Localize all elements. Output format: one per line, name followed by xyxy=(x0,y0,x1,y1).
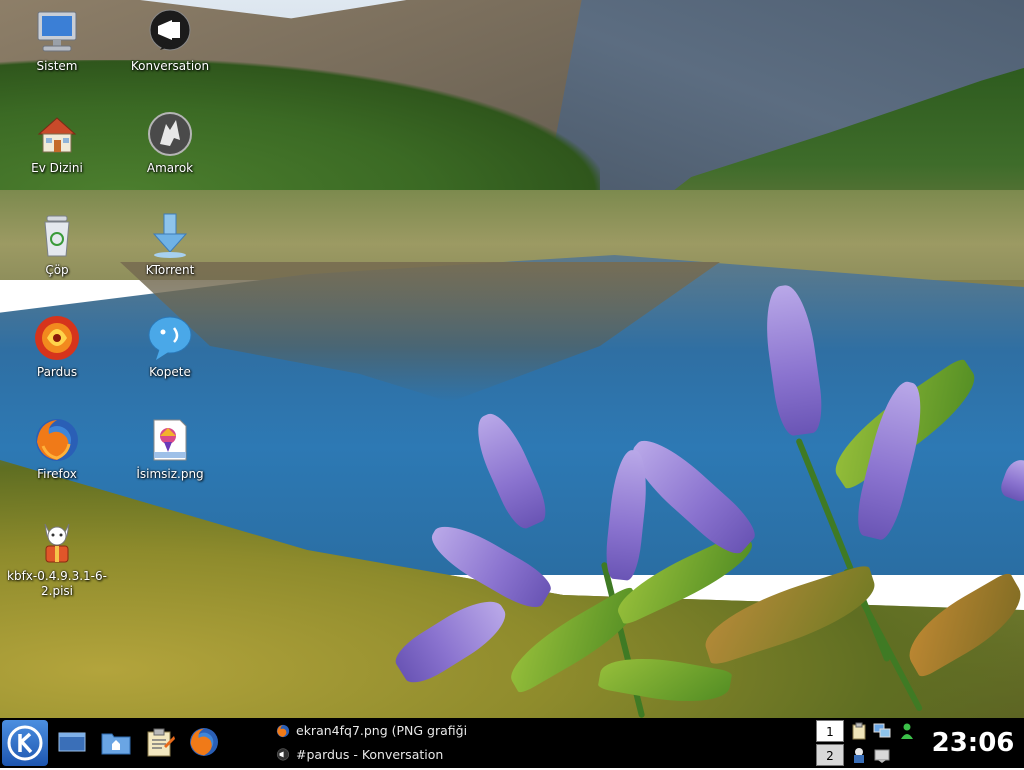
desktop-icon-amarok[interactable]: Amarok xyxy=(120,110,220,176)
taskbar: ekran4fq7.png (PNG grafiği #pardus - Kon… xyxy=(0,718,1024,768)
task-title: ekran4fq7.png (PNG grafiği xyxy=(296,723,468,738)
task-button-konversation[interactable]: #pardus - Konversation xyxy=(272,745,472,765)
package-cat-icon xyxy=(44,523,70,563)
megaphone-icon xyxy=(277,748,289,761)
desktop-icon-label: Firefox xyxy=(37,467,77,481)
kde-menu-icon xyxy=(7,725,43,761)
office-clipboard-button[interactable] xyxy=(144,726,176,758)
file-manager-icon xyxy=(101,733,131,755)
desktop-icon-isimsiz-png[interactable]: İsimsiz.png xyxy=(120,416,220,482)
trash-bin-icon xyxy=(44,215,70,257)
task-button-ekran-png[interactable]: ekran4fq7.png (PNG grafiği xyxy=(272,721,472,741)
image-file-icon xyxy=(153,419,187,461)
show-desktop-icon xyxy=(58,732,86,752)
pager-desktop-1[interactable]: 1 xyxy=(816,720,844,742)
desktop-icon-cop[interactable]: Çöp xyxy=(7,212,107,278)
desktop-icon-label: Pardus xyxy=(36,365,78,379)
chat-bubble-icon xyxy=(148,316,192,360)
firefox-launcher-button[interactable] xyxy=(188,726,220,758)
computer-monitor-icon xyxy=(37,11,77,52)
user-status-icon[interactable] xyxy=(898,722,916,740)
desktop-icon-label: İsimsiz.png xyxy=(136,467,204,481)
pardus-logo-icon xyxy=(35,316,79,360)
desktop-wallpaper[interactable]: Sistem Konversation Ev Dizini Amarok Çöp… xyxy=(0,0,1024,718)
volume-icon[interactable] xyxy=(873,746,891,764)
task-title: #pardus - Konversation xyxy=(296,747,444,762)
wolf-icon xyxy=(148,112,192,156)
network-icon[interactable] xyxy=(873,722,891,740)
desktop-icon-kopete[interactable]: Kopete xyxy=(120,314,220,380)
firefox-icon xyxy=(190,728,218,756)
office-clipboard-icon xyxy=(147,728,175,757)
desktop-icon-label: Çöp xyxy=(45,263,69,277)
desktop-icon-firefox[interactable]: Firefox xyxy=(7,416,107,482)
firefox-icon xyxy=(36,419,78,461)
kde-menu-button[interactable] xyxy=(2,720,48,766)
show-desktop-button[interactable] xyxy=(58,730,86,754)
desktop-icon-sistem[interactable]: Sistem xyxy=(7,8,107,74)
desktop-icon-label: kbfx-0.4.9.3.1-6-2.pisi xyxy=(7,569,107,598)
home-folder-icon xyxy=(37,117,77,153)
desktop-icon-kbfx-package[interactable]: kbfx-0.4.9.3.1-6-2.pisi xyxy=(7,518,107,599)
clock[interactable]: 23:06 xyxy=(926,726,1020,760)
desktop-icon-ktorrent[interactable]: KTorrent xyxy=(120,212,220,278)
package-manager-icon[interactable] xyxy=(850,746,868,764)
desktop-icon-label: Amarok xyxy=(146,161,194,175)
firefox-icon xyxy=(276,724,290,738)
desktop-icon-ev-dizini[interactable]: Ev Dizini xyxy=(7,110,107,176)
file-manager-button[interactable] xyxy=(100,728,132,756)
desktop-icon-konversation[interactable]: Konversation xyxy=(120,8,220,74)
desktop-icon-label: Konversation xyxy=(130,59,210,73)
download-arrow-icon xyxy=(152,213,188,258)
desktop-icon-label: Kopete xyxy=(149,365,191,379)
clipboard-icon[interactable] xyxy=(850,722,868,740)
desktop-icon-label: Ev Dizini xyxy=(31,161,83,175)
desktop-icon-pardus[interactable]: Pardus xyxy=(7,314,107,380)
pager-desktop-2[interactable]: 2 xyxy=(816,744,844,766)
megaphone-icon xyxy=(149,9,191,51)
desktop-icon-label: Sistem xyxy=(36,59,78,73)
desktop-icon-label: KTorrent xyxy=(145,263,195,277)
